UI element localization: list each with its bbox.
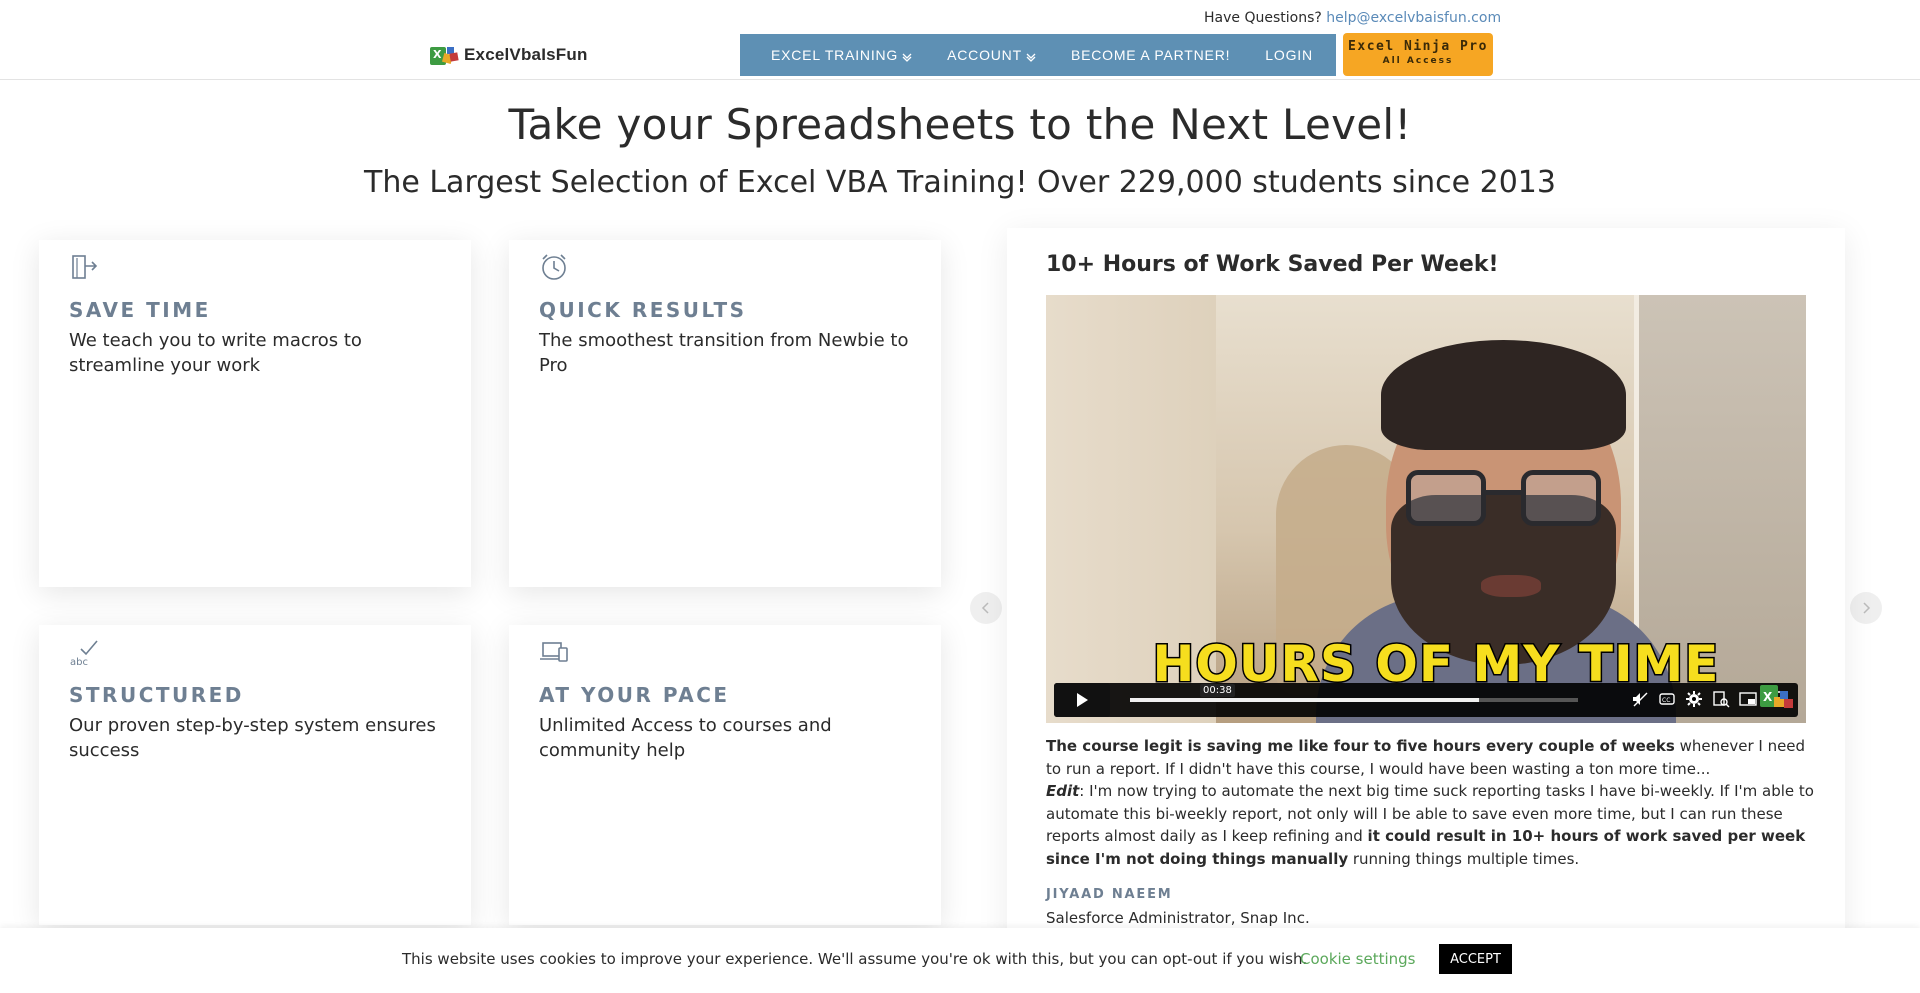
- questions-label: Have Questions?: [1204, 10, 1322, 26]
- laptop-phone-icon: [539, 637, 569, 667]
- feature-description: Our proven step-by-step system ensures s…: [69, 715, 436, 761]
- picture-in-picture-icon[interactable]: [1739, 690, 1757, 708]
- volume-mute-icon[interactable]: [1631, 690, 1649, 708]
- chevron-down-icon: [902, 49, 912, 62]
- feature-title: QUICK RESULTS: [539, 298, 747, 322]
- main-nav: EXCEL TRAINING ACCOUNT BECOME A PARTNER!…: [740, 34, 1336, 76]
- nav-account-label: ACCOUNT: [947, 47, 1022, 63]
- chevron-right-icon: [1863, 602, 1871, 614]
- nav-become-partner[interactable]: BECOME A PARTNER!: [1071, 47, 1230, 63]
- feature-description: The smoothest transition from Newbie to …: [539, 330, 909, 376]
- testimonial-card: 10+ Hours of Work Saved Per Week! HOURS …: [1007, 228, 1845, 993]
- feature-card-quick-results: QUICK RESULTS The smoothest transition f…: [509, 240, 941, 587]
- nav-login-label: LOGIN: [1265, 47, 1313, 63]
- quote-text: running things multiple times.: [1348, 849, 1580, 868]
- feature-card-structured: abc STRUCTURED Our proven step-by-step s…: [39, 625, 471, 925]
- quote-edit-label: Edit: [1046, 782, 1080, 800]
- settings-gear-icon[interactable]: [1685, 690, 1703, 708]
- video-progress-fill: [1130, 698, 1480, 702]
- testimonial-author: JIYAAD NAEEM: [1046, 887, 1173, 902]
- play-icon: [1077, 693, 1088, 707]
- site-header: ExcelVbaIsFun Have Questions? help@excel…: [0, 0, 1920, 80]
- nav-account[interactable]: ACCOUNT: [947, 47, 1036, 63]
- logo-icon: [430, 44, 460, 66]
- transcript-search-icon[interactable]: [1712, 690, 1730, 708]
- feature-card-at-your-pace: AT YOUR PACE Unlimited Access to courses…: [509, 625, 941, 925]
- closed-captions-icon[interactable]: CC: [1658, 690, 1676, 708]
- chevron-down-icon: [1026, 49, 1036, 62]
- logo-text: ExcelVbaIsFun: [464, 45, 588, 64]
- nav-login[interactable]: LOGIN: [1265, 47, 1313, 63]
- quote-highlight: The course legit is saving me like four …: [1046, 737, 1675, 755]
- contact-line: Have Questions? help@excelvbaisfun.com: [1204, 10, 1501, 26]
- feature-title: STRUCTURED: [69, 683, 244, 707]
- testimonial-heading: 10+ Hours of Work Saved Per Week!: [1046, 252, 1499, 277]
- carousel-next-button[interactable]: [1850, 592, 1882, 624]
- contact-email-link[interactable]: help@excelvbaisfun.com: [1326, 10, 1501, 26]
- video-player[interactable]: HOURS OF MY TIME 00:38 CC X: [1046, 295, 1806, 723]
- feature-title: SAVE TIME: [69, 298, 211, 322]
- nav-become-partner-label: BECOME A PARTNER!: [1070, 47, 1231, 63]
- alarm-clock-icon: [539, 252, 569, 282]
- feature-description: Unlimited Access to courses and communit…: [539, 715, 832, 761]
- cookie-settings-link[interactable]: Cookie settings: [1300, 950, 1416, 968]
- feature-description: We teach you to write macros to streamli…: [69, 330, 362, 376]
- hero-title: Take your Spreadsheets to the Next Level…: [508, 100, 1412, 149]
- video-brand-logo-icon: X: [1758, 681, 1800, 713]
- feature-title: AT YOUR PACE: [539, 683, 730, 707]
- cta-title: Excel Ninja Pro: [1348, 39, 1488, 54]
- carousel-prev-button[interactable]: [970, 592, 1002, 624]
- exit-door-icon: [69, 252, 99, 282]
- play-button[interactable]: [1054, 683, 1110, 717]
- feature-card-save-time: SAVE TIME We teach you to write macros t…: [39, 240, 471, 587]
- spellcheck-icon: abc: [69, 637, 99, 668]
- video-controls: 00:38 CC: [1054, 683, 1798, 717]
- video-time: 00:38: [1200, 684, 1235, 697]
- svg-text:CC: CC: [1662, 697, 1670, 704]
- cookie-accept-button[interactable]: ACCEPT: [1439, 944, 1512, 974]
- cookie-message: This website uses cookies to improve you…: [402, 950, 1308, 968]
- svg-text:abc: abc: [70, 657, 88, 667]
- cta-subtitle: All Access: [1382, 56, 1454, 66]
- excel-ninja-pro-button[interactable]: Excel Ninja Pro All Access: [1343, 33, 1493, 76]
- cookie-banner: This website uses cookies to improve you…: [0, 928, 1920, 993]
- testimonial-role: Salesforce Administrator, Snap Inc.: [1046, 909, 1310, 927]
- hero-subtitle: The Largest Selection of Excel VBA Train…: [364, 165, 1556, 200]
- nav-excel-training[interactable]: EXCEL TRAINING: [771, 47, 912, 63]
- nav-excel-training-label: EXCEL TRAINING: [771, 47, 899, 63]
- testimonial-quote: The course legit is saving me like four …: [1046, 735, 1816, 870]
- site-logo[interactable]: ExcelVbaIsFun: [430, 44, 588, 66]
- svg-text:X: X: [1763, 690, 1773, 704]
- video-progress-bar[interactable]: 00:38: [1130, 684, 1578, 702]
- chevron-left-icon: [981, 602, 989, 614]
